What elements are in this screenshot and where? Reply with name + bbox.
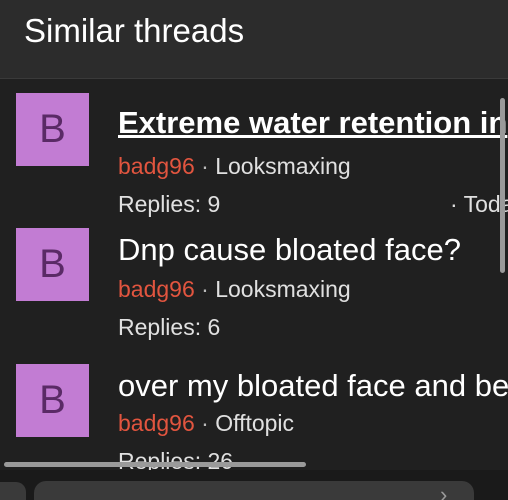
forum-link[interactable]: Offtopic: [215, 410, 294, 436]
thread-meta: badg96 · Looksmaxing: [118, 276, 351, 303]
thread-item[interactable]: B Extreme water retention in badg96 · Lo…: [0, 91, 508, 221]
meta-separator: ·: [201, 410, 209, 436]
thread-item[interactable]: B Dnp cause bloated face? badg96 · Looks…: [0, 226, 508, 356]
author-link[interactable]: badg96: [118, 153, 195, 179]
panel-title: Similar threads: [24, 12, 245, 49]
author-link[interactable]: badg96: [118, 410, 195, 436]
replies-count: Replies: 6: [118, 314, 221, 340]
bottom-input-field[interactable]: [34, 481, 474, 500]
author-link[interactable]: badg96: [118, 276, 195, 302]
avatar[interactable]: B: [16, 364, 89, 437]
thread-title-link[interactable]: Dnp cause bloated face?: [118, 232, 461, 268]
bottom-left-button[interactable]: [0, 482, 26, 500]
bottom-bar: ›: [0, 470, 508, 500]
meta-separator: ·: [201, 276, 209, 302]
vertical-scrollbar[interactable]: [500, 98, 505, 273]
horizontal-scrollbar[interactable]: [4, 462, 306, 467]
panel-header: Similar threads: [0, 0, 508, 79]
forum-link[interactable]: Looksmaxing: [215, 276, 351, 302]
thread-meta: badg96 · Looksmaxing: [118, 153, 351, 180]
avatar[interactable]: B: [16, 228, 89, 301]
thread-title-link[interactable]: Extreme water retention in: [118, 105, 507, 141]
avatar[interactable]: B: [16, 93, 89, 166]
thread-title-link[interactable]: over my bloated face and be: [118, 368, 508, 404]
thread-list: B Extreme water retention in badg96 · Lo…: [0, 79, 508, 470]
forum-link[interactable]: Looksmaxing: [215, 153, 351, 179]
meta-separator: ·: [201, 153, 209, 179]
similar-threads-panel: Similar threads B Extreme water retentio…: [0, 0, 508, 500]
thread-item[interactable]: B over my bloated face and be badg96 · O…: [0, 362, 508, 470]
thread-meta: badg96 · Offtopic: [118, 410, 294, 437]
replies-count: Replies: 9: [118, 191, 221, 217]
chevron-right-icon[interactable]: ›: [440, 482, 447, 500]
